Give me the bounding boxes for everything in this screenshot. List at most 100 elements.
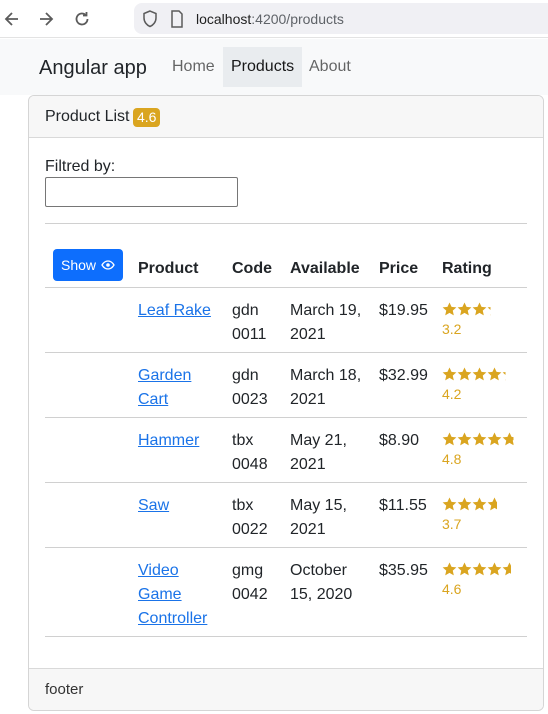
rating-badge: 4.6 <box>133 108 161 127</box>
star-rating <box>442 496 517 512</box>
star-icon <box>457 302 472 316</box>
cell-line: Leaf Rake <box>138 302 211 319</box>
cell-line: 2021 <box>290 326 326 343</box>
cell-line: May 15, <box>290 497 347 514</box>
cell-line: Hammer <box>138 432 200 449</box>
star-icon <box>502 562 517 576</box>
cell-line: Controller <box>138 610 208 627</box>
nav-link-home[interactable]: Home <box>164 47 223 87</box>
product-code: gdn 0011 <box>232 299 266 347</box>
nav-link-products[interactable]: Products <box>223 47 303 87</box>
row-divider <box>45 482 527 483</box>
browser-toolbar: localhost:4200/products <box>0 0 548 38</box>
column-header-code: Code <box>232 260 272 277</box>
cell-line: 0048 <box>232 456 268 473</box>
cell-line: Video <box>138 562 179 579</box>
product-name-link[interactable]: Saw <box>138 494 169 518</box>
nav-link-about[interactable]: About <box>301 47 359 87</box>
product-name-link[interactable]: Garden Cart <box>138 364 191 412</box>
cell-line: October <box>290 562 347 579</box>
product-name-link[interactable]: Leaf Rake <box>138 299 211 323</box>
cell-line: 0011 <box>232 326 267 343</box>
filter-label: Filtred by: <box>45 158 116 175</box>
url-path: :4200/products <box>251 11 344 27</box>
shield-icon[interactable] <box>142 10 158 33</box>
star-icon <box>487 497 502 511</box>
star-icon <box>457 432 472 446</box>
star-icon <box>442 432 457 446</box>
rating-value: 4.8 <box>442 451 462 467</box>
cell-line: tbx <box>232 432 254 449</box>
cell-line: 2021 <box>290 391 326 408</box>
forward-icon[interactable] <box>36 9 56 29</box>
address-bar[interactable]: localhost:4200/products <box>134 3 548 34</box>
url-host: localhost <box>196 11 252 27</box>
back-icon[interactable] <box>2 9 22 29</box>
cell-line: Saw <box>138 497 170 514</box>
product-code: gmg 0042 <box>232 559 268 607</box>
cell-line: Cart <box>138 391 169 408</box>
card-title: Product List <box>45 108 130 125</box>
star-icon <box>472 562 487 576</box>
product-price: $35.95 <box>379 562 428 579</box>
product-available-date: March 18, 2021 <box>290 364 361 412</box>
column-header-rating: Rating <box>442 260 492 277</box>
product-price: $19.95 <box>379 302 428 319</box>
product-name-link[interactable]: Hammer <box>138 429 199 453</box>
cell-line: 2021 <box>290 456 326 473</box>
star-icon <box>457 562 472 576</box>
cell-line: 0042 <box>232 586 268 603</box>
cell-line: gmg <box>232 562 264 579</box>
star-icon <box>502 367 517 381</box>
product-name-link[interactable]: Video Game Controller <box>138 559 207 631</box>
product-available-date: October 15, 2020 <box>290 559 352 607</box>
star-icon <box>442 367 457 381</box>
product-price: $11.55 <box>379 497 427 514</box>
reload-icon[interactable] <box>72 9 92 29</box>
star-icon <box>472 497 487 511</box>
star-icon <box>472 432 487 446</box>
rating-value: 4.6 <box>442 581 462 597</box>
star-icon <box>487 302 502 316</box>
product-available-date: May 21, 2021 <box>290 429 347 477</box>
product-price: $8.90 <box>379 432 420 449</box>
star-icon <box>442 302 457 316</box>
cell-line: Game <box>138 586 182 603</box>
star-icon <box>487 562 502 576</box>
rating-value: 4.2 <box>442 386 462 402</box>
cell-line: 0022 <box>232 521 268 538</box>
cell-line: gdn <box>232 367 259 384</box>
star-icon <box>442 497 457 511</box>
column-header-product: Product <box>138 260 199 277</box>
star-rating <box>442 561 517 577</box>
star-rating <box>442 301 517 317</box>
filter-input[interactable] <box>45 177 238 207</box>
show-images-button[interactable]: Show <box>53 249 123 281</box>
column-header-price: Price <box>379 260 419 277</box>
cell-line: March 19, <box>290 302 362 319</box>
cell-line: March 18, <box>290 367 362 384</box>
cell-line: tbx <box>232 497 254 514</box>
row-divider <box>45 636 527 637</box>
cell-line: 2021 <box>290 521 326 538</box>
cell-line: 0023 <box>232 391 268 408</box>
cell-line: Garden <box>138 367 192 384</box>
cell-line: gdn <box>232 302 259 319</box>
star-icon <box>487 367 502 381</box>
header-divider <box>45 287 527 288</box>
row-divider <box>45 417 527 418</box>
star-icon <box>502 432 517 446</box>
product-code: tbx 0048 <box>232 429 268 477</box>
navbar-brand[interactable]: Angular app <box>39 57 147 80</box>
show-button-label: Show <box>60 257 97 273</box>
star-icon <box>472 302 487 316</box>
star-icon <box>502 302 517 316</box>
star-icon <box>487 432 502 446</box>
url-text[interactable]: localhost:4200/products <box>196 11 344 27</box>
card-footer: footer <box>29 668 543 710</box>
rating-value: 3.2 <box>442 321 462 337</box>
column-header-available: Available <box>290 260 360 277</box>
star-rating <box>442 366 517 382</box>
card-header: Product List 4.6 <box>29 96 543 138</box>
star-icon <box>472 367 487 381</box>
